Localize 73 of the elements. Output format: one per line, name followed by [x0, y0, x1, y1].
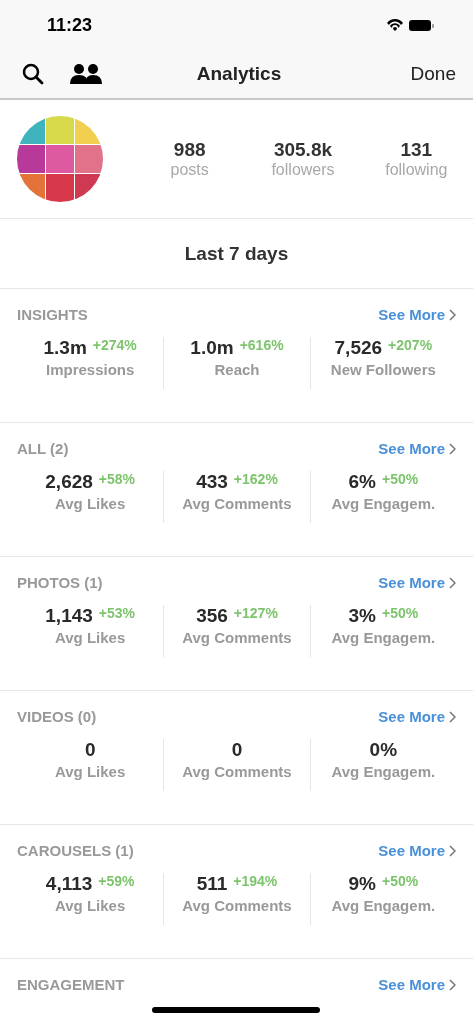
- section-title: CAROUSELS (1): [17, 842, 134, 859]
- see-more-link[interactable]: See More: [378, 574, 456, 591]
- metric-label: New Followers: [330, 361, 436, 378]
- chevron-right-icon: [449, 844, 456, 857]
- metric-label: Avg Engagem.: [331, 629, 436, 646]
- search-icon[interactable]: [22, 63, 44, 85]
- metric-value: 4,113: [45, 873, 93, 895]
- metric-value: 0: [231, 739, 243, 761]
- metric-change: +53%: [98, 605, 136, 621]
- metric-value: 1,143: [45, 605, 93, 627]
- metric-value: 0: [84, 739, 96, 761]
- metric-value: 2,628: [45, 471, 93, 493]
- metric-label: Avg Comments: [182, 763, 292, 780]
- metric-value: 433: [196, 471, 228, 493]
- metric-value: 3%: [348, 605, 376, 627]
- people-icon[interactable]: [70, 63, 102, 85]
- metric-label: Avg Engagem.: [331, 763, 436, 780]
- stat-label: posts: [170, 161, 209, 179]
- done-button[interactable]: Done: [410, 63, 456, 85]
- metric-label: Avg Likes: [55, 763, 126, 780]
- metric-value: 1.3m: [43, 337, 87, 359]
- metric-change: +616%: [239, 337, 284, 353]
- metric-label: Reach: [214, 361, 260, 378]
- metric-value: 7,526: [334, 337, 383, 359]
- status-time: 11:23: [47, 14, 93, 36]
- section-title: VIDEOS (0): [17, 708, 97, 725]
- chevron-right-icon: [449, 710, 456, 723]
- stat-label: following: [385, 161, 448, 179]
- stat-value: 131: [400, 139, 433, 161]
- metric-label: Avg Comments: [182, 629, 292, 646]
- metric-value: 6%: [348, 471, 376, 493]
- metric-label: Avg Likes: [55, 897, 126, 914]
- chevron-right-icon: [449, 308, 456, 321]
- chevron-right-icon: [449, 978, 456, 991]
- metric-change: +50%: [381, 471, 419, 487]
- see-more-link[interactable]: See More: [378, 440, 456, 457]
- section-title: ALL (2): [17, 440, 69, 457]
- metric-change: +50%: [381, 605, 419, 621]
- metric-label: Avg Comments: [182, 897, 292, 914]
- metric-label: Avg Likes: [55, 629, 126, 646]
- chevron-right-icon: [449, 442, 456, 455]
- see-more-link[interactable]: See More: [378, 708, 456, 725]
- metric-value: 9%: [348, 873, 376, 895]
- section-title: PHOTOS (1): [17, 574, 103, 591]
- metric-change: +127%: [233, 605, 278, 621]
- metric-change: +207%: [388, 337, 433, 353]
- see-more-link[interactable]: See More: [378, 842, 456, 859]
- metric-label: Impressions: [45, 361, 135, 378]
- metric-label: Avg Comments: [182, 495, 292, 512]
- stat-label: followers: [271, 161, 335, 179]
- metric-change: +162%: [233, 471, 278, 487]
- metric-change: +274%: [92, 337, 137, 353]
- section-title: INSIGHTS: [17, 306, 88, 323]
- see-more-link[interactable]: See More: [378, 306, 456, 323]
- metric-change: +50%: [381, 873, 419, 889]
- metric-change: +59%: [98, 873, 135, 889]
- chevron-right-icon: [449, 576, 456, 589]
- metric-label: Avg Engagem.: [331, 495, 436, 512]
- section-title: ENGAGEMENT: [17, 976, 125, 993]
- period-label: Last 7 days: [184, 242, 289, 265]
- metric-change: +194%: [233, 873, 278, 889]
- nav-title: Analytics: [196, 63, 282, 85]
- stat-value: 305.8k: [273, 139, 333, 161]
- metric-value: 356: [196, 605, 228, 627]
- metric-value: 1.0m: [190, 337, 234, 359]
- metric-value: 511: [196, 873, 228, 895]
- metric-change: +58%: [98, 471, 136, 487]
- see-more-link[interactable]: See More: [378, 976, 456, 993]
- metric-label: Avg Engagem.: [331, 897, 436, 914]
- stat-value: 988: [173, 139, 206, 161]
- metric-label: Avg Likes: [55, 495, 126, 512]
- status-icons: [385, 17, 435, 33]
- metric-value: 0%: [369, 739, 398, 761]
